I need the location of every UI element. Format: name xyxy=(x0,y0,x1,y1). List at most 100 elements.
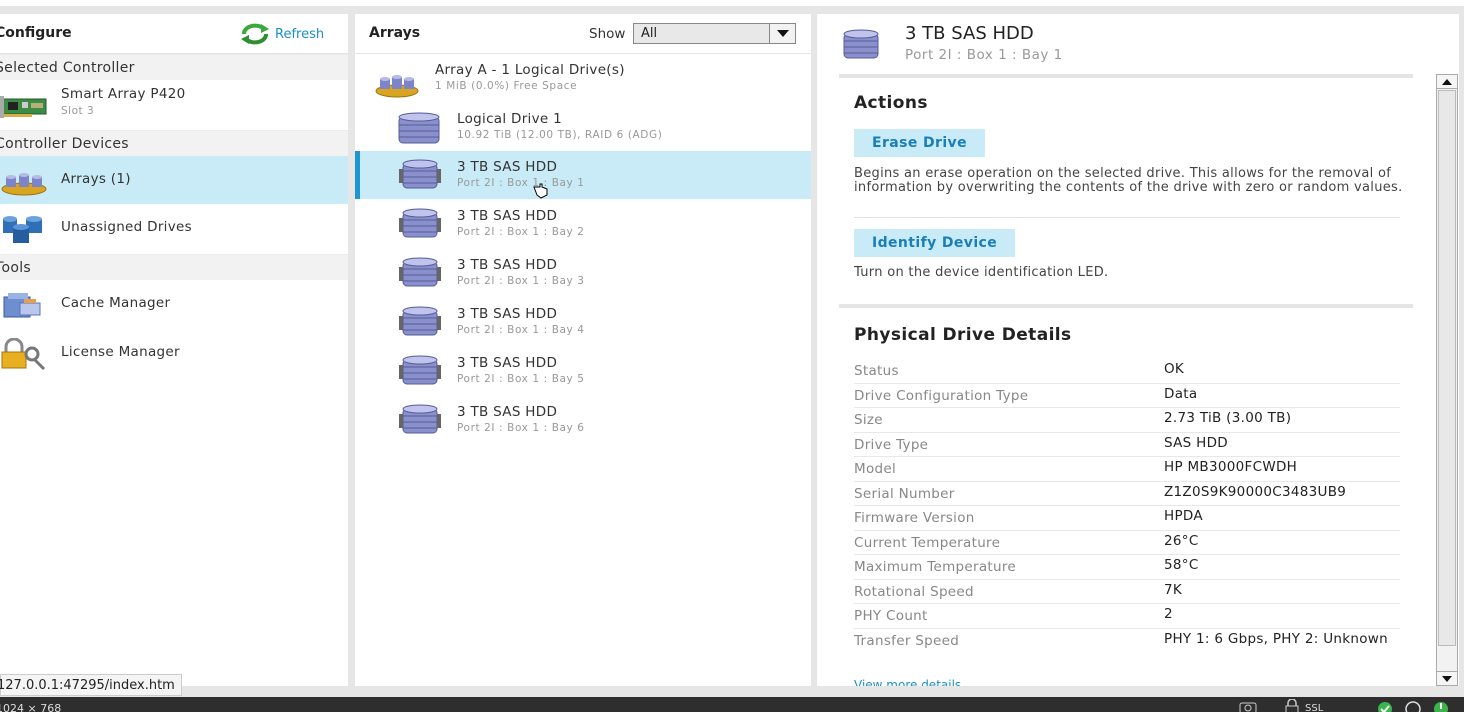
drive-item-bay-6[interactable]: 3 TB SAS HDD Port 2I : Box 1 : Bay 6 xyxy=(355,396,811,444)
sidebar-item-license-manager[interactable]: License Manager xyxy=(0,329,348,377)
detail-key: PHY Count xyxy=(854,608,928,624)
drive-name: 3 TB SAS HDD xyxy=(457,257,558,273)
detail-row: Drive Type SAS HDD xyxy=(854,433,1400,457)
sidebar-item-unassigned-label: Unassigned Drives xyxy=(61,219,192,235)
logical-drive-detail: 10.92 TiB (12.00 TB), RAID 6 (ADG) xyxy=(457,129,663,141)
scroll-down-arrow-icon[interactable] xyxy=(1437,671,1457,685)
controller-name: Smart Array P420 xyxy=(61,86,186,102)
divider xyxy=(839,304,1413,308)
detail-value: HP MB3000FCWDH xyxy=(1164,459,1298,475)
drive-subtitle: Port 2I : Box 1 : Bay 1 xyxy=(905,47,1063,63)
hard-drive-icon xyxy=(399,159,441,189)
detail-value: 2 xyxy=(1164,606,1173,622)
view-more-details-link[interactable]: View more details xyxy=(854,678,961,686)
hard-drive-icon xyxy=(399,208,441,238)
drive-location: Port 2I : Box 1 : Bay 1 xyxy=(457,177,585,189)
details-table: Status OK Drive Configuration Type Data Si… xyxy=(854,359,1400,667)
raid-controller-card-icon xyxy=(0,96,47,118)
configure-header: Configure Refresh xyxy=(0,14,348,54)
identify-device-description: Turn on the device identification LED. xyxy=(854,265,1109,280)
refresh-button[interactable]: Refresh xyxy=(240,23,324,45)
detail-value: 2.73 TiB (3.00 TB) xyxy=(1164,410,1292,426)
sidebar-item-unassigned-drives[interactable]: Unassigned Drives xyxy=(0,204,348,252)
detail-value: 58°C xyxy=(1164,557,1199,573)
configure-panel: Configure Refresh Selected Controller Sm… xyxy=(0,14,348,686)
detail-value: PHY 1: 6 Gbps, PHY 2: Unknown xyxy=(1164,630,1388,647)
power-icon[interactable] xyxy=(1432,700,1450,712)
check-status-icon xyxy=(1378,702,1392,712)
actions-heading: Actions xyxy=(854,93,928,113)
drive-name: 3 TB SAS HDD xyxy=(457,208,558,224)
drive-item-bay-2[interactable]: 3 TB SAS HDD Port 2I : Box 1 : Bay 2 xyxy=(355,200,811,248)
drive-item-bay-3[interactable]: 3 TB SAS HDD Port 2I : Box 1 : Bay 3 xyxy=(355,249,811,297)
detail-row: PHY Count 2 xyxy=(854,604,1400,629)
details-scrollbar[interactable] xyxy=(1436,74,1458,686)
detail-key: Transfer Speed xyxy=(854,632,960,649)
configure-title: Configure xyxy=(0,25,72,41)
hard-drive-icon xyxy=(399,257,441,287)
detail-value: 7K xyxy=(1164,581,1183,598)
drive-name: 3 TB SAS HDD xyxy=(457,404,558,420)
detail-key: Rotational Speed xyxy=(854,583,974,600)
array-disks-icon xyxy=(1,173,47,196)
detail-key: Firmware Version xyxy=(854,510,975,526)
sidebar-item-cache-manager[interactable]: Cache Manager xyxy=(0,280,348,328)
detail-key: Current Temperature xyxy=(854,534,1001,551)
scroll-up-arrow-icon[interactable] xyxy=(1437,75,1457,89)
hand-cursor-icon xyxy=(533,183,548,199)
lock-icon xyxy=(1285,699,1299,712)
arrays-title: Arrays xyxy=(369,25,421,41)
resolution-label: 1024 × 768 xyxy=(0,702,62,712)
detail-row: Serial Number Z1Z0S9K90000C3483UB9 xyxy=(854,482,1400,506)
drive-location: Port 2I : Box 1 : Bay 5 xyxy=(457,373,585,385)
top-strip xyxy=(0,0,1464,6)
selected-controller-item[interactable]: Smart Array P420 Slot 3 xyxy=(0,81,348,129)
drive-name: 3 TB SAS HDD xyxy=(457,159,558,175)
detail-row: Drive Configuration Type Data xyxy=(854,384,1400,408)
detail-key: Maximum Temperature xyxy=(854,559,1017,575)
identify-device-button[interactable]: Identify Device xyxy=(854,229,1016,257)
detail-value: Z1Z0S9K90000C3483UB9 xyxy=(1164,483,1347,500)
divider xyxy=(854,217,1400,218)
detail-value: OK xyxy=(1164,361,1185,377)
drive-name: 3 TB SAS HDD xyxy=(457,355,558,371)
detail-row: Rotational Speed 7K xyxy=(854,580,1400,604)
show-filter-select[interactable]: All xyxy=(633,23,796,44)
drive-item-bay-4[interactable]: 3 TB SAS HDD Port 2I : Box 1 : Bay 4 xyxy=(355,298,811,346)
drive-location: Port 2I : Box 1 : Bay 2 xyxy=(457,226,585,238)
detail-key: Size xyxy=(854,412,883,428)
drive-title: 3 TB SAS HDD xyxy=(905,23,1034,44)
sidebar-item-arrays-label: Arrays (1) xyxy=(61,171,131,187)
details-heading: Physical Drive Details xyxy=(854,325,1072,345)
chevron-down-icon[interactable] xyxy=(769,24,795,43)
detail-row: Model HP MB3000FCWDH xyxy=(854,457,1400,482)
logical-drive-item[interactable]: Logical Drive 1 10.92 TiB (12.00 TB), RA… xyxy=(355,107,811,155)
camera-icon[interactable] xyxy=(1239,699,1257,712)
sidebar-item-cache-label: Cache Manager xyxy=(61,295,171,311)
detail-value: Data xyxy=(1164,385,1198,402)
sidebar-item-license-label: License Manager xyxy=(61,344,180,360)
section-tools: Tools xyxy=(0,254,348,280)
array-a-item[interactable]: Array A - 1 Logical Drive(s) 1 MiB (0.0%… xyxy=(355,59,811,107)
section-selected-controller: Selected Controller xyxy=(0,54,348,80)
detail-key: Model xyxy=(854,461,897,477)
detail-key: Drive Configuration Type xyxy=(854,387,1029,404)
scroll-thumb[interactable] xyxy=(1438,90,1456,646)
status-circle-icon xyxy=(1405,701,1421,712)
detail-value: HPDA xyxy=(1164,508,1203,524)
drive-name: 3 TB SAS HDD xyxy=(457,306,558,322)
detail-key: Status xyxy=(854,363,899,379)
hard-drive-icon xyxy=(399,355,441,385)
erase-drive-description: Begins an erase operation on the selecte… xyxy=(854,166,1403,195)
erase-drive-button[interactable]: Erase Drive xyxy=(854,129,985,157)
hard-drive-icon xyxy=(399,306,441,336)
drive-item-bay-5[interactable]: 3 TB SAS HDD Port 2I : Box 1 : Bay 5 xyxy=(355,347,811,395)
drive-location: Port 2I : Box 1 : Bay 6 xyxy=(457,422,585,434)
license-key-icon xyxy=(1,338,46,370)
sidebar-item-arrays[interactable]: Arrays (1) xyxy=(0,156,348,204)
drive-item-bay-1[interactable]: 3 TB SAS HDD Port 2I : Box 1 : Bay 1 xyxy=(355,151,811,199)
refresh-label: Refresh xyxy=(275,26,325,42)
refresh-icon xyxy=(241,23,269,45)
drive-location: Port 2I : Box 1 : Bay 3 xyxy=(457,275,585,287)
controller-slot: Slot 3 xyxy=(61,105,95,117)
